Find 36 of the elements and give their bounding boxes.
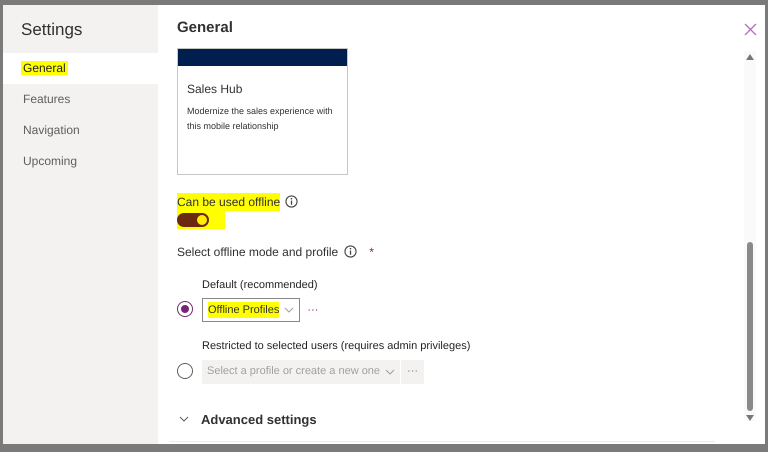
- close-icon: [744, 22, 756, 36]
- sidebar-item[interactable]: General: [3, 52, 158, 84]
- sidebar-item[interactable]: Features: [3, 84, 158, 114]
- sidebar-item-label: General: [21, 61, 68, 75]
- dropdown-value: Select a profile or create a new one: [207, 364, 380, 380]
- sidebar-title: Settings: [20, 19, 84, 41]
- option-label: Default (recommended): [202, 278, 319, 292]
- section-title: General: [177, 18, 234, 38]
- sidebar-item-label: Upcoming: [22, 154, 78, 168]
- scroll-down-icon[interactable]: [746, 415, 754, 421]
- offline-label: Can be used offline: [177, 192, 280, 210]
- sidebar-item[interactable]: Navigation: [3, 114, 158, 146]
- card-description: Modernize the sales experience with this mobile relationship: [186, 104, 334, 133]
- chevron-down-icon: [385, 368, 396, 374]
- sidebar-item-label: Navigation: [22, 123, 81, 137]
- mode-label: Select offline mode and profile: [177, 244, 338, 260]
- info-icon: [344, 245, 358, 258]
- card-title: Sales Hub: [186, 80, 244, 98]
- chevron-icon: [179, 416, 189, 422]
- close-button[interactable]: [742, 21, 758, 37]
- radio-button[interactable]: [177, 301, 193, 317]
- scroll-thumb[interactable]: [747, 242, 753, 412]
- sidebar-item[interactable]: Upcoming: [3, 146, 158, 176]
- chevron-down-icon: [284, 307, 294, 313]
- advanced-settings-toggle[interactable]: Advanced settings: [177, 410, 317, 429]
- dropdown-value: Offline Profiles: [208, 302, 280, 318]
- option-label: Restricted to selected users (requires admin privileges): [202, 339, 470, 354]
- required-mark: *: [369, 244, 374, 260]
- profile-dropdown[interactable]: Offline Profiles: [202, 298, 300, 322]
- toggle-thumb: [197, 214, 207, 224]
- app-card[interactable]: Sales Hub Modernize the sales experience with this mobile relationship: [177, 48, 348, 174]
- offline-toggle[interactable]: [177, 212, 209, 226]
- sidebar-item-label: Features: [22, 92, 72, 106]
- more-button[interactable]: ···: [301, 298, 324, 322]
- scroll-up-icon[interactable]: [746, 54, 754, 60]
- info-icon: [285, 195, 298, 208]
